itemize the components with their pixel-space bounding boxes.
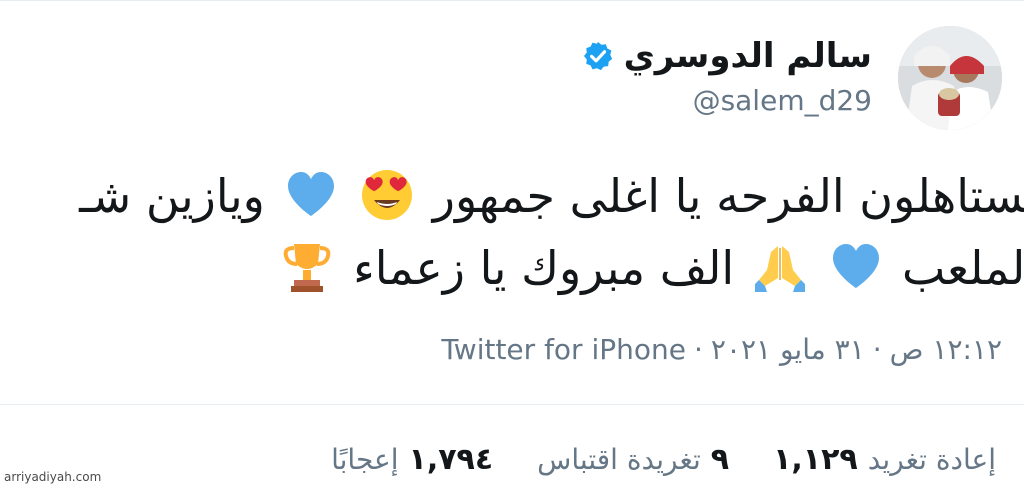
author-name-row: سالم الدوسري [582, 36, 872, 76]
avatar[interactable] [898, 26, 1002, 130]
folded-hands-icon [753, 240, 807, 294]
tweet-text-segment: الملعب [902, 241, 1024, 295]
stats-divider [0, 404, 1024, 405]
retweets-count: ١,١٢٩ [773, 442, 858, 477]
quotes-label: تغريدة اقتباس [537, 443, 701, 476]
tweet-date[interactable]: ٣١ مايو ٢٠٢١ [711, 330, 865, 370]
tweet-meta: ١٢:١٢ ص · ٣١ مايو ٢٠٢١ · Twitter for iPh… [441, 330, 1002, 370]
quotes-count: ٩ [710, 442, 730, 477]
retweets-stat[interactable]: إعادة تغريد ١,١٢٩ [773, 442, 996, 477]
likes-stat[interactable]: ١,٧٩٤ إعجابًا [331, 442, 493, 477]
tweet-body: تستاهلون الفرحه يا اغلى جمهور ويازين شـ … [0, 160, 1024, 304]
quotes-stat[interactable]: ٩ تغريدة اقتباس [537, 442, 729, 477]
tweet-text-segment: تستاهلون الفرحه يا اغلى جمهور [432, 169, 1024, 223]
blue-heart-icon [284, 168, 338, 222]
likes-count: ١,٧٩٤ [408, 442, 494, 477]
tweet-text-segment: الف مبروك يا زعماء [353, 241, 735, 295]
top-divider [0, 0, 1024, 1]
tweet-source[interactable]: Twitter for iPhone [441, 330, 686, 370]
tweet-line-1: تستاهلون الفرحه يا اغلى جمهور ويازين شـ [0, 160, 1024, 232]
tweet-line-2: الملعب الف مبروك يا زعماء [0, 232, 1024, 304]
source-watermark: arriyadiyah.com [4, 470, 102, 484]
author-username[interactable]: @salem_d29 [693, 84, 872, 118]
meta-separator: · [694, 333, 703, 366]
tweet-stats: إعادة تغريد ١,١٢٩ ٩ تغريدة اقتباس ١,٧٩٤ … [331, 442, 996, 477]
tweet-text-segment: ويازين شـ [79, 169, 265, 223]
verified-badge-icon [582, 40, 614, 72]
tweet-time[interactable]: ١٢:١٢ ص [890, 330, 1002, 370]
tweet-card: سالم الدوسري @salem_d29 تستاهلون الفرحه … [0, 0, 1024, 489]
smiling-face-heart-eyes-icon [360, 168, 414, 222]
trophy-icon [280, 240, 334, 294]
author-display-name[interactable]: سالم الدوسري [624, 36, 872, 76]
blue-heart-icon [829, 240, 883, 294]
likes-label: إعجابًا [331, 443, 399, 476]
meta-separator: · [872, 333, 882, 366]
retweets-label: إعادة تغريد [867, 443, 996, 476]
